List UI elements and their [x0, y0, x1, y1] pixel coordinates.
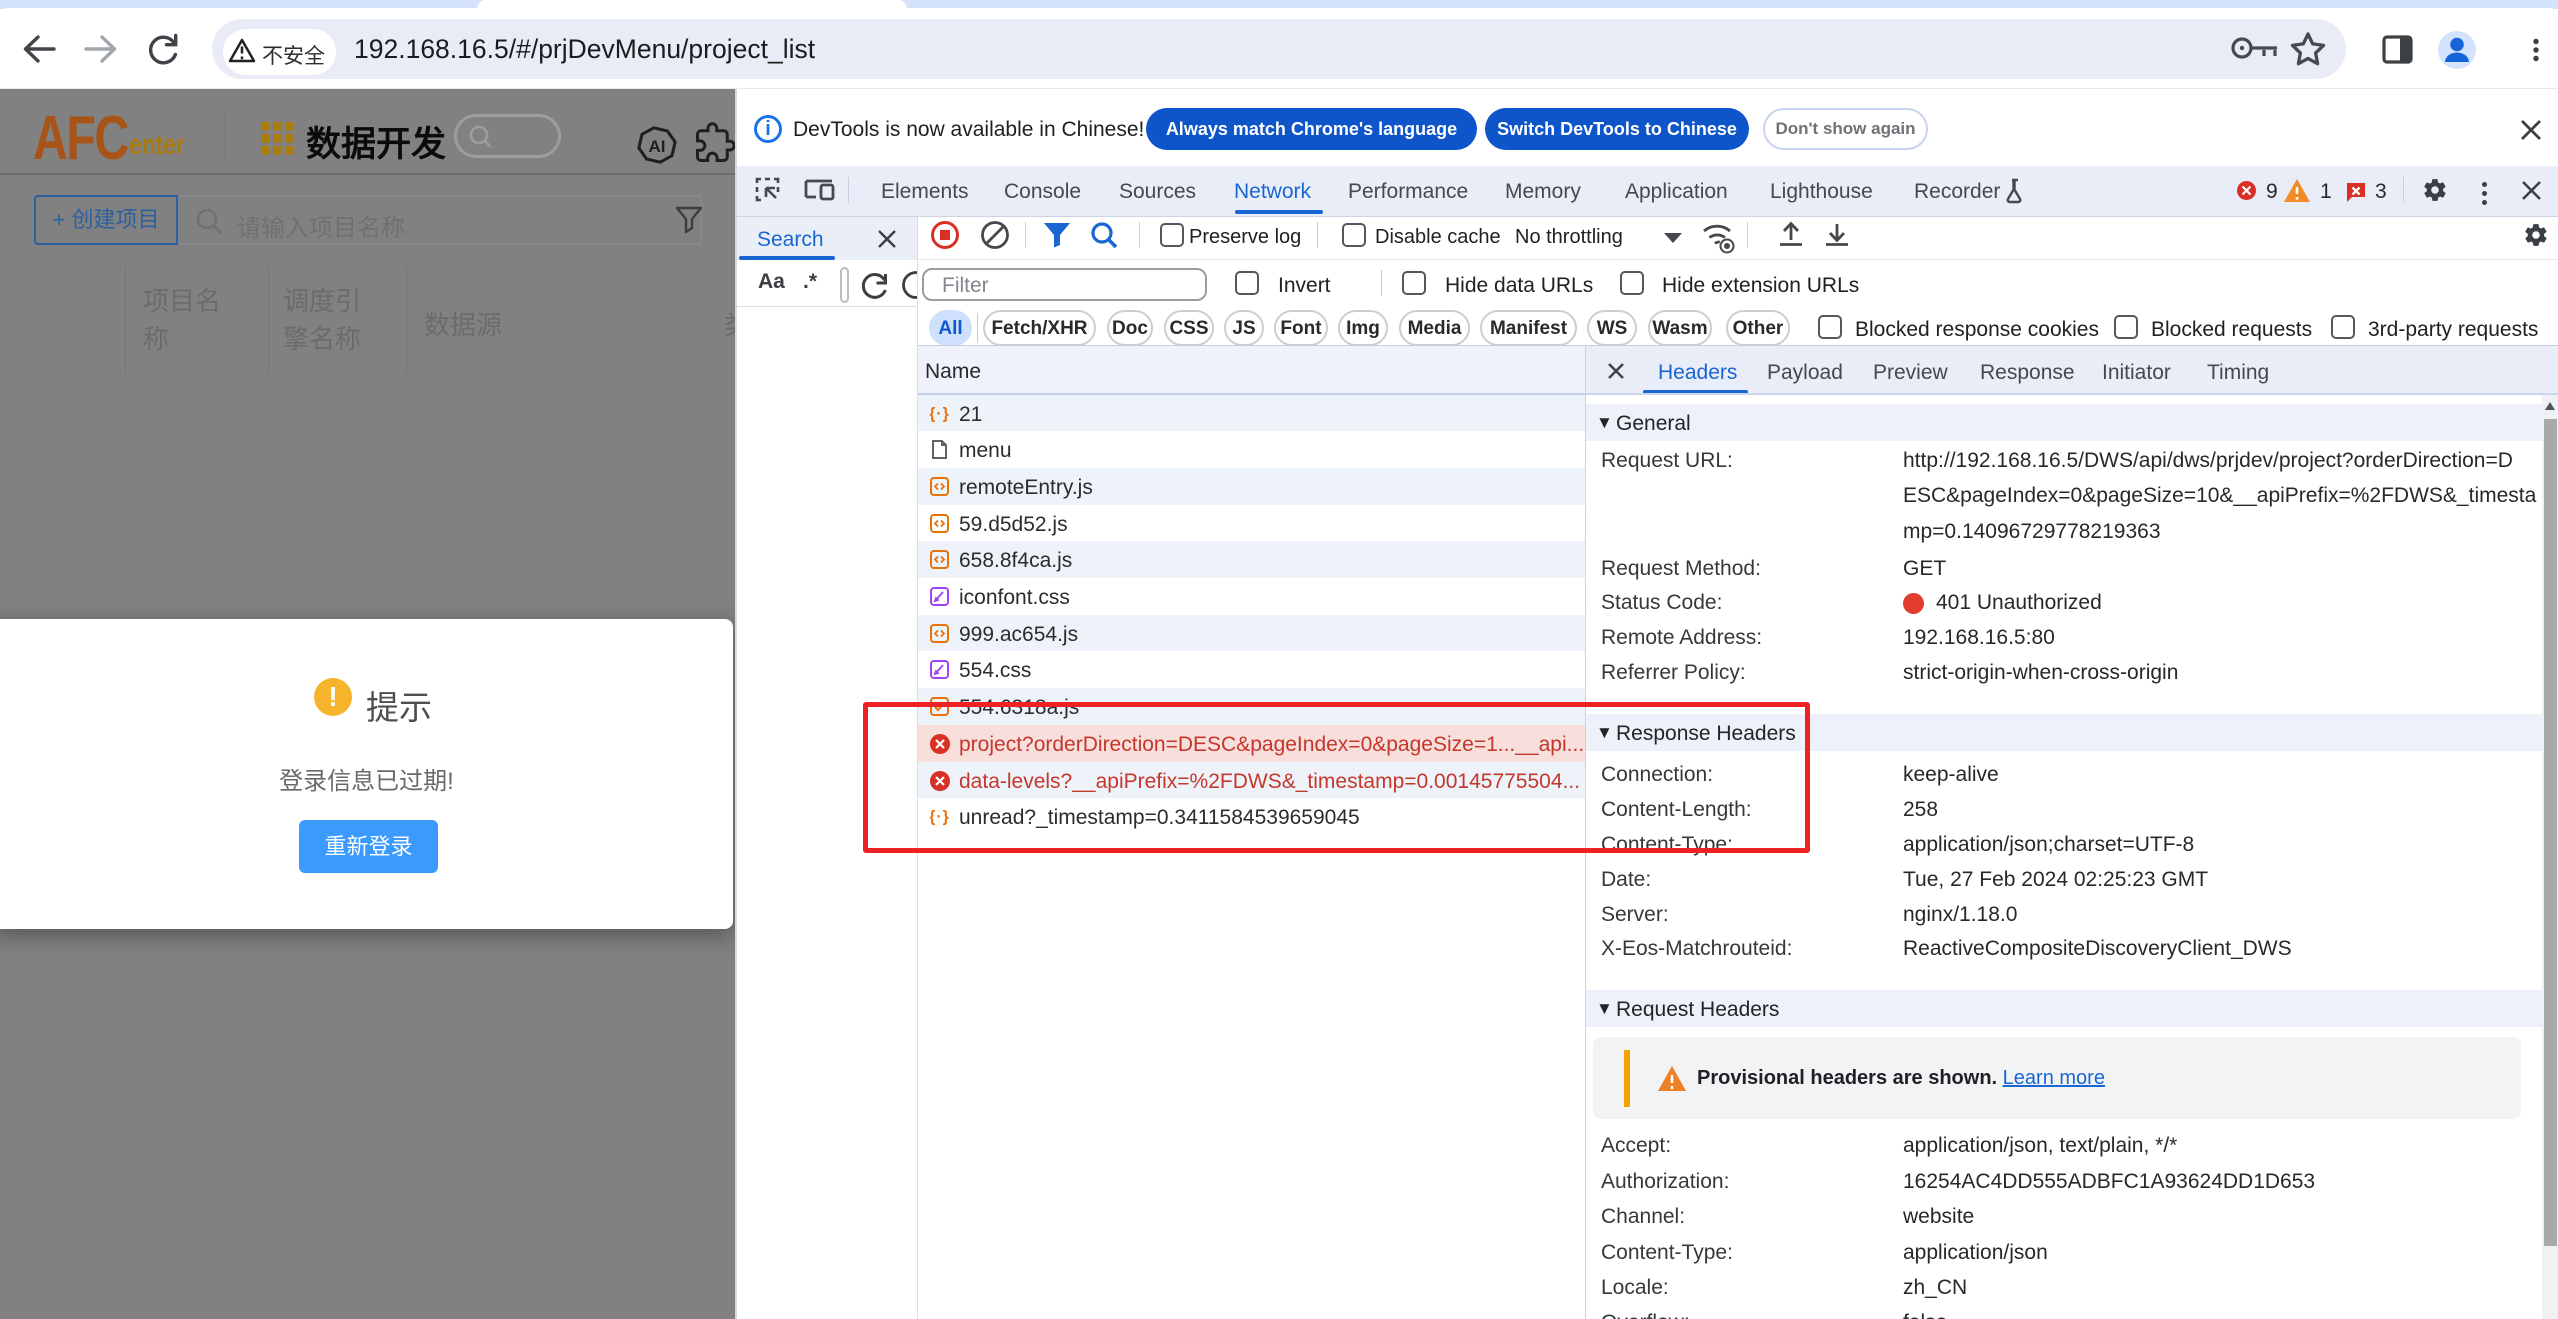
svg-text:{·}: {·}	[930, 405, 949, 422]
svg-text:AI: AI	[649, 137, 666, 156]
